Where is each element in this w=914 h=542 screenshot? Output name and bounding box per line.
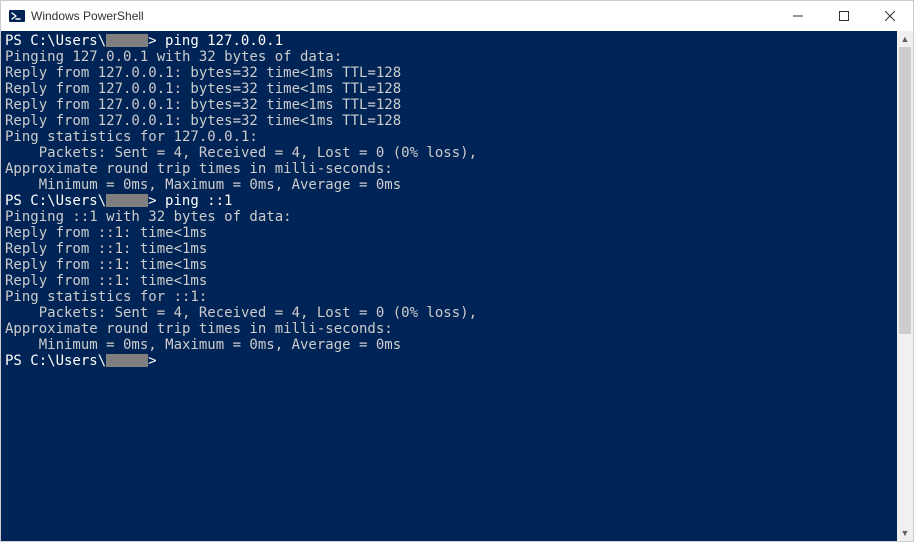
terminal-line: Reply from 127.0.0.1: bytes=32 time<1ms … xyxy=(5,113,893,129)
terminal-line: Minimum = 0ms, Maximum = 0ms, Average = … xyxy=(5,177,893,193)
terminal-line: Reply from ::1: time<1ms xyxy=(5,273,893,289)
scroll-up-arrow[interactable]: ▲ xyxy=(897,31,913,47)
terminal-line: Reply from 127.0.0.1: bytes=32 time<1ms … xyxy=(5,65,893,81)
terminal-line: Packets: Sent = 4, Received = 4, Lost = … xyxy=(5,145,893,161)
redacted-username xyxy=(106,194,148,207)
maximize-button[interactable] xyxy=(821,1,867,31)
powershell-icon xyxy=(9,8,25,24)
minimize-button[interactable] xyxy=(775,1,821,31)
terminal-line: Pinging ::1 with 32 bytes of data: xyxy=(5,209,893,225)
terminal-line: Reply from 127.0.0.1: bytes=32 time<1ms … xyxy=(5,81,893,97)
prompt-line: PS C:\Users\> ping 127.0.0.1 xyxy=(5,33,893,49)
scrollbar-thumb[interactable] xyxy=(899,47,911,334)
command-text: ping ::1 xyxy=(165,193,232,209)
terminal-line: Reply from ::1: time<1ms xyxy=(5,257,893,273)
window-title: Windows PowerShell xyxy=(31,9,144,23)
terminal-output[interactable]: PS C:\Users\> ping 127.0.0.1Pinging 127.… xyxy=(1,31,897,541)
redacted-username xyxy=(106,34,148,47)
prompt-line: PS C:\Users\> xyxy=(5,353,893,369)
terminal-line: Reply from 127.0.0.1: bytes=32 time<1ms … xyxy=(5,97,893,113)
terminal-line: Reply from ::1: time<1ms xyxy=(5,241,893,257)
redacted-username xyxy=(106,354,148,367)
terminal-line: Minimum = 0ms, Maximum = 0ms, Average = … xyxy=(5,337,893,353)
terminal-line: Approximate round trip times in milli-se… xyxy=(5,161,893,177)
vertical-scrollbar[interactable]: ▲ ▼ xyxy=(897,31,913,541)
close-button[interactable] xyxy=(867,1,913,31)
terminal-area: PS C:\Users\> ping 127.0.0.1Pinging 127.… xyxy=(1,31,913,541)
prompt-line: PS C:\Users\> ping ::1 xyxy=(5,193,893,209)
terminal-line: Ping statistics for 127.0.0.1: xyxy=(5,129,893,145)
command-text: ping 127.0.0.1 xyxy=(165,33,283,49)
terminal-line: Pinging 127.0.0.1 with 32 bytes of data: xyxy=(5,49,893,65)
terminal-line: Approximate round trip times in milli-se… xyxy=(5,321,893,337)
scrollbar-track[interactable] xyxy=(897,47,913,525)
terminal-line: Ping statistics for ::1: xyxy=(5,289,893,305)
window-titlebar[interactable]: Windows PowerShell xyxy=(1,1,913,31)
terminal-line: Reply from ::1: time<1ms xyxy=(5,225,893,241)
scroll-down-arrow[interactable]: ▼ xyxy=(897,525,913,541)
terminal-line: Packets: Sent = 4, Received = 4, Lost = … xyxy=(5,305,893,321)
